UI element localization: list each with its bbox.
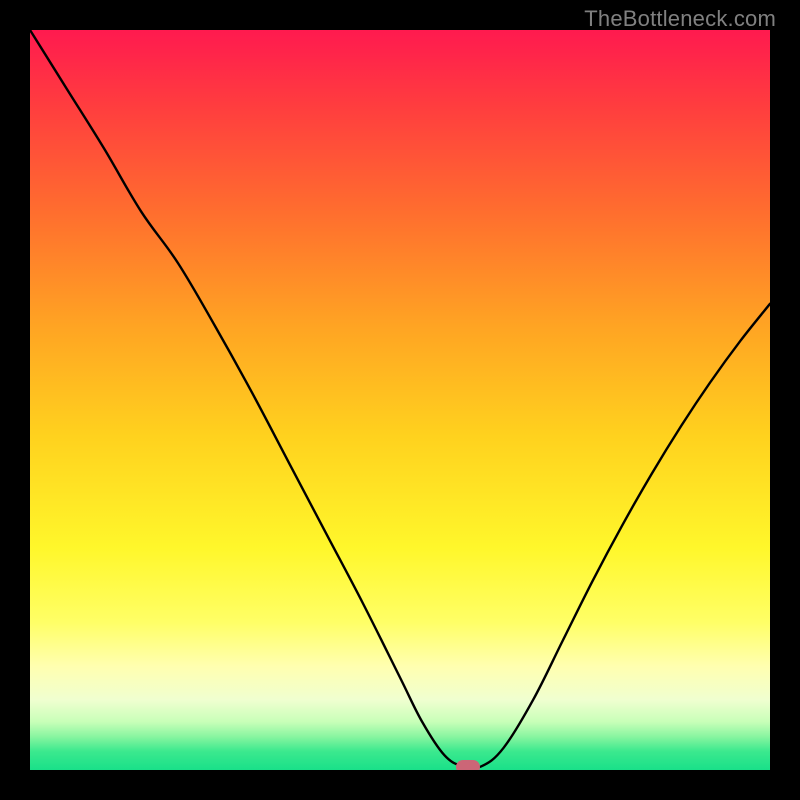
bottleneck-curve	[30, 30, 770, 770]
watermark-text: TheBottleneck.com	[584, 6, 776, 32]
optimal-point-marker	[456, 760, 480, 770]
chart-plot-area	[30, 30, 770, 770]
